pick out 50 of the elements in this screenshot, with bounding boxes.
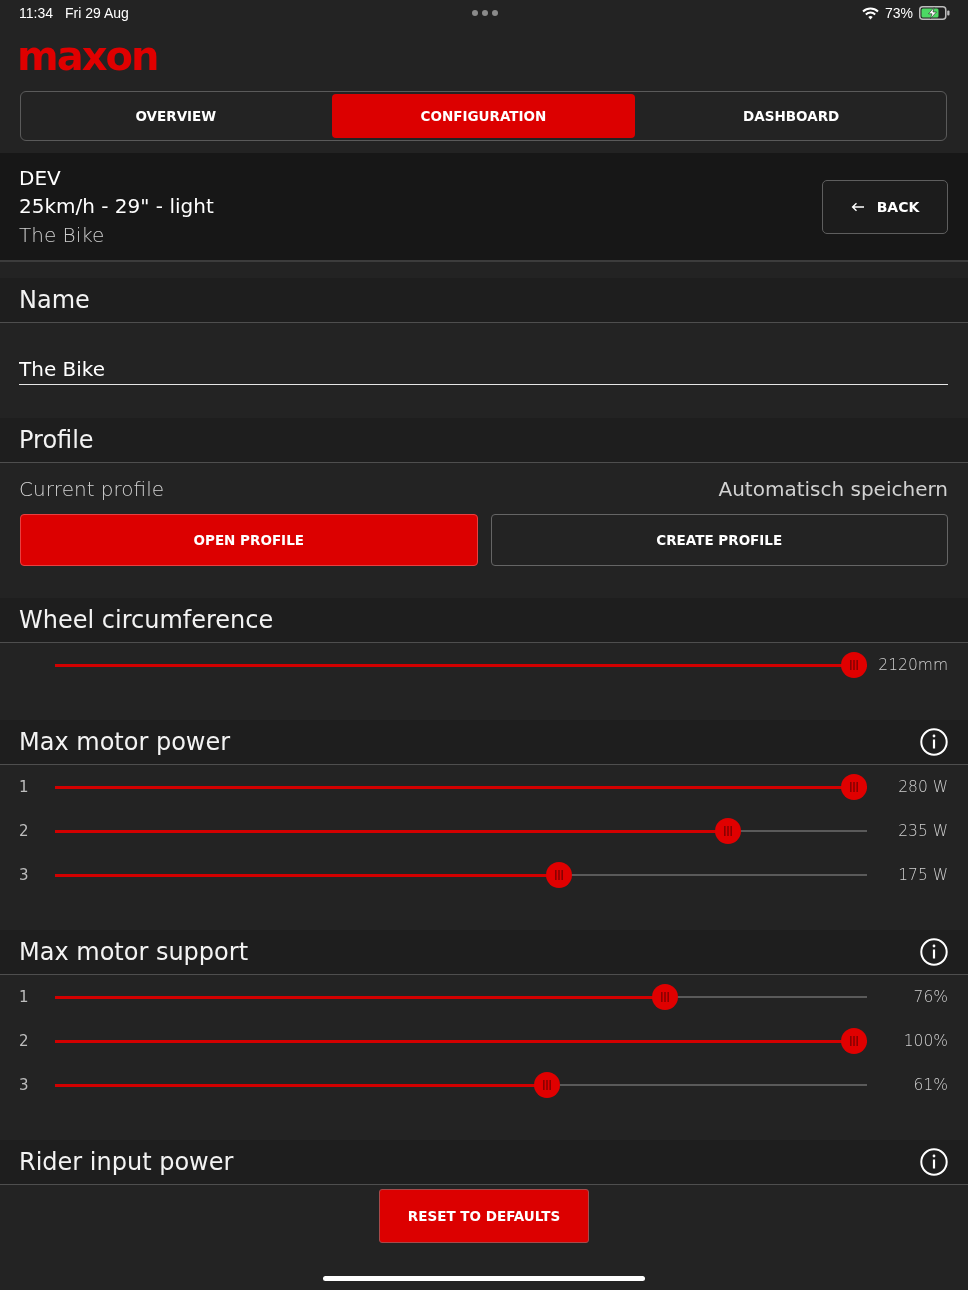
back-button[interactable]: BACK [822,179,948,234]
slider-value: 76% [913,988,948,1006]
autosave-label: Automatisch speichern [718,477,948,501]
section-title: Max motor support [19,938,249,966]
section-title: Wheel circumference [19,606,274,634]
brand-logo: maxon [17,38,158,73]
bike-name: The Bike [19,221,106,249]
slider-value: 280 W [898,778,948,796]
tab[interactable]: CONFIGURATION [331,94,636,138]
name-field[interactable]: The Bike [19,356,948,385]
create-profile-button[interactable]: CREATE PROFILE [490,514,948,566]
profile-details: 25km/h - 29" - light [19,193,214,221]
slider-label: 2 [19,822,30,840]
slider-thumb[interactable] [841,1028,867,1054]
reset-defaults-button[interactable]: RESET TO DEFAULTS [379,1189,589,1243]
slider-value: 2120mm [878,656,948,674]
open-profile-button[interactable]: OPEN PROFILE [20,514,478,566]
info-icon[interactable] [920,728,948,756]
slider-thumb[interactable] [715,818,742,844]
slider-label: 2 [19,1032,30,1050]
slider-value: 235 W [898,822,948,840]
status-time: 11:34 [19,5,53,21]
slider-thumb[interactable] [652,984,679,1010]
more-dots-icon[interactable] [471,10,498,16]
slider-value: 175 W [898,866,948,884]
info-icon[interactable] [920,938,948,966]
current-profile-label: Current profile [19,477,164,501]
slider-label: 1 [19,988,30,1006]
arrow-left-icon [850,201,865,212]
section-title: Profile [19,426,94,454]
section-title: Rider input power [19,1148,234,1176]
battery-percent: 73% [884,5,913,21]
slider-label: 1 [19,778,30,796]
section-title: Max motor power [19,728,231,756]
section-title: Name [19,286,90,314]
wifi-icon [861,6,879,20]
status-date: Fri 29 Aug [65,5,129,21]
slider-value: 61% [913,1076,948,1094]
slider-thumb[interactable] [546,862,573,888]
slider-value: 100% [903,1032,948,1050]
tab[interactable]: DASHBOARD [639,94,943,138]
info-icon[interactable] [920,1148,948,1176]
battery-charging-icon [919,6,950,20]
tab[interactable]: OVERVIEW [24,94,328,138]
profile-name: DEV [19,164,62,192]
slider-thumb[interactable] [534,1072,561,1098]
slider-thumb[interactable] [841,652,867,678]
slider-label: 3 [19,866,30,884]
slider-label: 3 [19,1076,30,1094]
slider-thumb[interactable] [841,774,867,800]
